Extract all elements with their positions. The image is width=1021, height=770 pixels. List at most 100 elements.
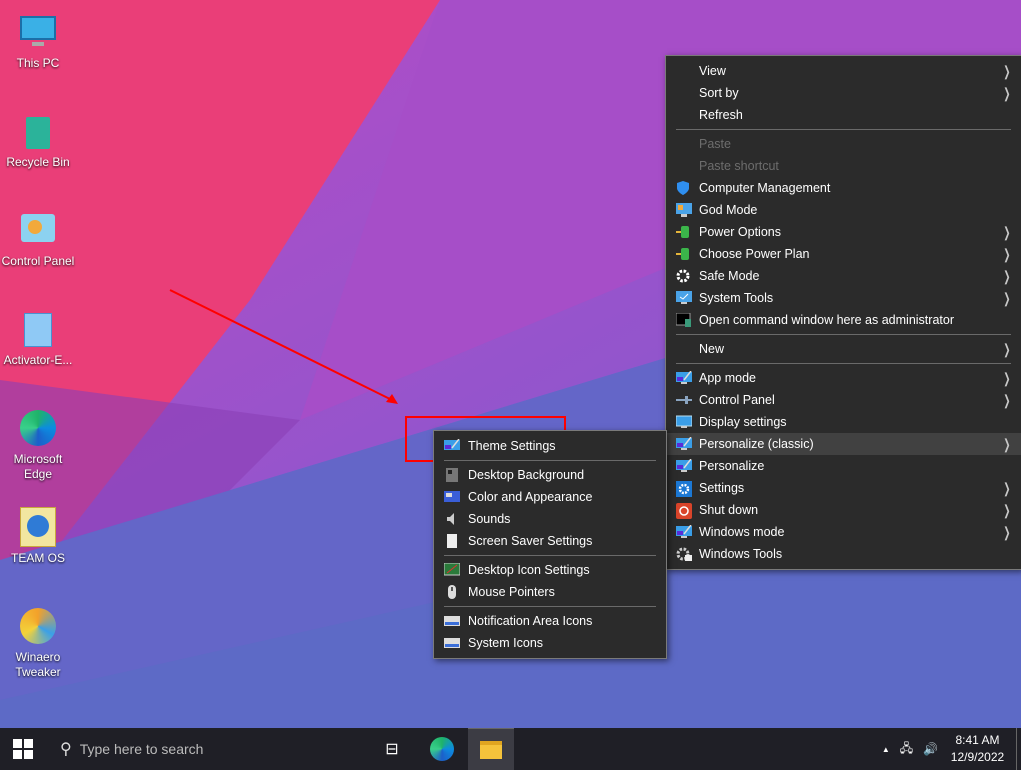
show-hidden-icons-icon[interactable]: ▲ [882, 745, 890, 754]
menu-item-label: Windows Tools [699, 547, 783, 561]
chevron-right-icon: ❯ [1003, 85, 1011, 101]
menu-item-theme-settings[interactable]: Theme Settings [434, 435, 666, 457]
menu-item-app-mode[interactable]: App mode ❯ [666, 367, 1021, 389]
winaero-icon [18, 606, 58, 646]
menu-item-label: Computer Management [699, 181, 831, 195]
menu-item-label: Desktop Background [468, 468, 585, 482]
menu-item-refresh[interactable]: Refresh [666, 104, 1021, 126]
desktop-icon-settings-icon [443, 562, 461, 577]
menu-item-sort-by[interactable]: Sort by ❯ [666, 82, 1021, 104]
settings-gear-icon [676, 481, 692, 497]
start-button[interactable] [0, 728, 46, 770]
menu-item-label: Mouse Pointers [468, 585, 555, 599]
menu-item-god-mode[interactable]: God Mode [666, 199, 1021, 221]
menu-item-system-tools[interactable]: System Tools ❯ [666, 287, 1021, 309]
chevron-right-icon: ❯ [1003, 341, 1011, 357]
menu-item-label: Notification Area Icons [468, 614, 593, 628]
menu-item-power-options[interactable]: Power Options ❯ [666, 221, 1021, 243]
network-icon[interactable]: 🖧 [900, 739, 913, 760]
search-box[interactable]: ⚲ Type here to search [50, 728, 360, 770]
menu-item-open-command-window-here-as-administrator[interactable]: Open command window here as administrato… [666, 309, 1021, 331]
desktop-icon-team-os[interactable]: TEAM OS [0, 507, 76, 566]
menu-item-color-and-appearance[interactable]: Color and Appearance [434, 486, 666, 508]
menu-item-computer-management[interactable]: Computer Management [666, 177, 1021, 199]
chevron-right-icon: ❯ [1003, 290, 1011, 306]
menu-item-windows-mode[interactable]: Windows mode ❯ [666, 521, 1021, 543]
battery-icon [676, 247, 692, 261]
monitor-check-icon [676, 291, 692, 305]
show-desktop-button[interactable] [1016, 728, 1021, 770]
menu-item-sounds[interactable]: Sounds [434, 508, 666, 530]
globe-icon [18, 507, 58, 547]
menu-item-label: System Tools [699, 291, 774, 305]
desktop-icon-label: Control Panel [1, 254, 75, 268]
menu-item-personalize[interactable]: Personalize [666, 455, 1021, 477]
menu-item-control-panel[interactable]: Control Panel ❯ [666, 389, 1021, 411]
desktop-icon-label: Winaero Tweaker [15, 650, 61, 679]
personalize-icon [676, 458, 692, 473]
menu-item-safe-mode[interactable]: Safe Mode ❯ [666, 265, 1021, 287]
desktop-icon-this-pc[interactable]: This PC [0, 12, 76, 71]
menu-item-label: Refresh [699, 108, 743, 122]
menu-item-mouse-pointers[interactable]: Mouse Pointers [434, 581, 666, 603]
chevron-right-icon: ❯ [1003, 224, 1011, 240]
menu-item-label: View [699, 64, 726, 78]
wallpaper-icon [444, 468, 460, 482]
chevron-right-icon: ❯ [1003, 246, 1011, 262]
menu-item-notification-area-icons[interactable]: Notification Area Icons [434, 610, 666, 632]
menu-item-label: God Mode [699, 203, 758, 217]
menu-item-label: App mode [699, 371, 756, 385]
cmd-icon [675, 312, 692, 327]
menu-separator [444, 606, 656, 607]
menu-item-label: Safe Mode [699, 269, 760, 283]
menu-item-personalize-classic[interactable]: Personalize (classic) ❯ [666, 433, 1021, 455]
personalize-icon [676, 436, 692, 451]
desktop-icon-label: TEAM OS [10, 551, 65, 565]
desktop-icon-winaero-tweaker[interactable]: Winaero Tweaker [0, 606, 76, 680]
menu-item-label: Choose Power Plan [699, 247, 810, 261]
desktop-icon-microsoft-edge[interactable]: Microsoft Edge [0, 408, 76, 482]
menu-item-screen-saver-settings[interactable]: Screen Saver Settings [434, 530, 666, 552]
menu-item-view[interactable]: View ❯ [666, 60, 1021, 82]
menu-item-label: Desktop Icon Settings [468, 563, 590, 577]
menu-item-display-settings[interactable]: Display settings [666, 411, 1021, 433]
desktop-icon-control-panel[interactable]: Control Panel [0, 210, 76, 269]
menu-item-windows-tools[interactable]: Windows Tools [666, 543, 1021, 565]
desktop-context-menu: View ❯ Sort by ❯ Refresh Paste Paste shortcut C… [665, 55, 1021, 570]
folder-icon [18, 309, 58, 349]
edge-taskbar-icon[interactable] [422, 728, 462, 770]
control-panel-slider-icon [676, 393, 692, 407]
clock-date: 12/9/2022 [950, 750, 1005, 764]
file-explorer-taskbar-icon[interactable] [468, 728, 514, 770]
menu-item-shut-down[interactable]: Shut down ❯ [666, 499, 1021, 521]
page-icon [444, 534, 460, 548]
tray-icon [444, 614, 460, 628]
recycle-bin-icon [18, 111, 58, 151]
chevron-right-icon: ❯ [1003, 502, 1011, 518]
control-panel-icon [18, 210, 58, 250]
windows-logo-icon [13, 739, 33, 759]
menu-item-label: New [699, 342, 725, 356]
menu-item-settings[interactable]: Settings ❯ [666, 477, 1021, 499]
volume-icon[interactable]: 🔊 [923, 742, 938, 756]
menu-item-label: Sort by [699, 86, 739, 100]
power-icon [676, 503, 692, 519]
menu-item-label: Color and Appearance [468, 490, 593, 504]
menu-item-label: Paste shortcut [699, 159, 779, 173]
clock[interactable]: 8:41 AM 12/9/2022 [945, 728, 1010, 770]
task-view-icon[interactable]: ⊟ [375, 728, 409, 770]
desktop-icon-activator-e-[interactable]: Activator-E... [0, 309, 76, 368]
desktop-icon-recycle-bin[interactable]: Recycle Bin [0, 111, 76, 170]
menu-item-desktop-icon-settings[interactable]: Desktop Icon Settings [434, 559, 666, 581]
system-tray[interactable]: ▲ 🖧 🔊 [875, 728, 945, 770]
menu-item-desktop-background[interactable]: Desktop Background [434, 464, 666, 486]
menu-item-new[interactable]: New ❯ [666, 338, 1021, 360]
menu-item-system-icons[interactable]: System Icons [434, 632, 666, 654]
gear-icon [676, 269, 692, 283]
menu-item-label: System Icons [468, 636, 544, 650]
menu-item-paste: Paste [666, 133, 1021, 155]
menu-item-choose-power-plan[interactable]: Choose Power Plan ❯ [666, 243, 1021, 265]
menu-item-label: Power Options [699, 225, 781, 239]
menu-item-label: Personalize [699, 459, 765, 473]
menu-separator [444, 460, 656, 461]
